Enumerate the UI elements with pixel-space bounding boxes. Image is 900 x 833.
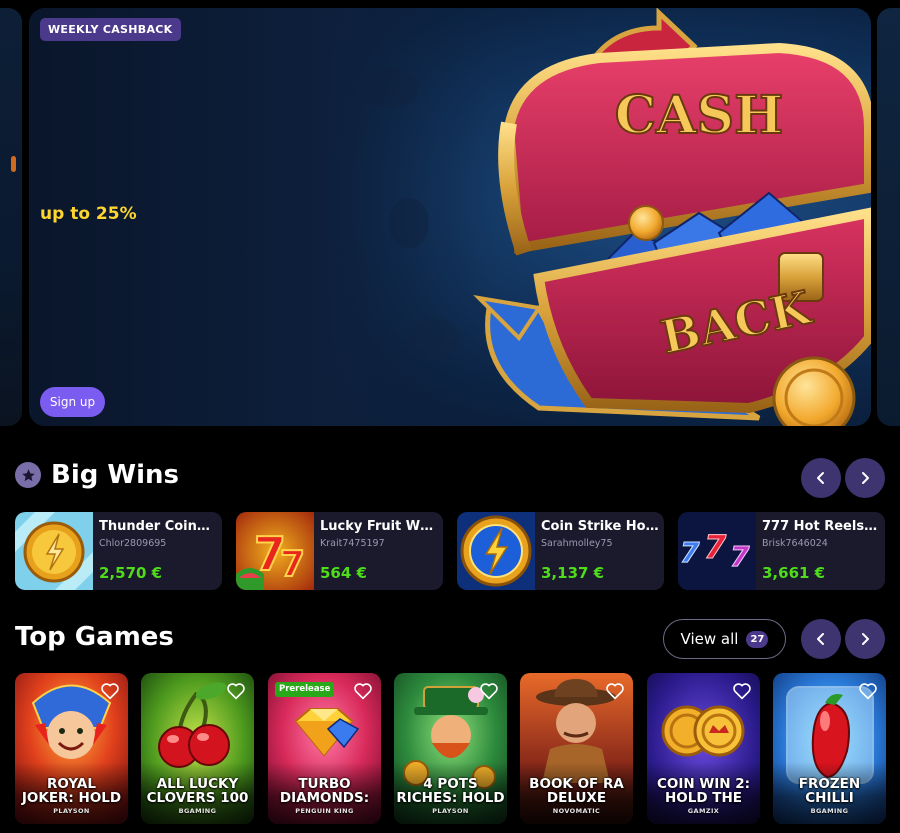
- big-wins-prev-button[interactable]: [801, 458, 841, 498]
- win-amount: 3,661 €: [762, 564, 826, 582]
- game-title: 4 POTS RICHES: HOLD: [396, 776, 505, 806]
- chevron-left-icon: [817, 633, 824, 645]
- svg-text:7: 7: [280, 544, 305, 585]
- game-thumbnail: [15, 512, 93, 590]
- game-card[interactable]: FROZEN CHILLI BGAMING: [773, 673, 886, 824]
- heart-icon[interactable]: [605, 682, 625, 700]
- top-games-title: Top Games: [15, 622, 174, 652]
- game-card[interactable]: ALL LUCKY CLOVERS 100 BGAMING: [141, 673, 254, 824]
- game-card[interactable]: Prerelease TURBO DIAMONDS: PENGUIN KING: [268, 673, 381, 824]
- chevron-right-icon: [862, 472, 869, 484]
- win-amount: 2,570 €: [99, 564, 163, 582]
- cashback-banner[interactable]: WEEKLY CASHBACK up to 25% Sign up CASH B…: [29, 8, 871, 426]
- game-provider: BGAMING: [178, 807, 217, 815]
- win-game-name: Coin Strike Hol...: [541, 519, 659, 534]
- game-provider: PLAYSON: [53, 807, 90, 815]
- svg-text:7: 7: [730, 540, 750, 573]
- win-game-name: Lucky Fruit Wh...: [320, 519, 438, 534]
- game-card[interactable]: COIN WIN 2: HOLD THE GAMZIX: [647, 673, 760, 824]
- view-all-button[interactable]: View all 27: [663, 619, 786, 659]
- game-title: ALL LUCKY CLOVERS 100: [146, 776, 249, 806]
- win-game-name: Thunder Coins ...: [99, 519, 217, 534]
- big-wins-heading: Big Wins: [15, 460, 179, 490]
- svg-text:7: 7: [680, 536, 700, 569]
- view-all-count-badge: 27: [746, 630, 769, 648]
- top-games-prev-button[interactable]: [801, 619, 841, 659]
- prev-banner-peek[interactable]: [0, 8, 22, 426]
- win-amount: 564 €: [320, 564, 367, 582]
- win-amount: 3,137 €: [541, 564, 605, 582]
- game-title: COIN WIN 2: HOLD THE: [656, 776, 751, 806]
- heart-icon[interactable]: [479, 682, 499, 700]
- game-thumbnail: 7 7: [236, 512, 314, 590]
- big-wins-title: Big Wins: [51, 460, 179, 490]
- next-banner-peek[interactable]: [877, 8, 900, 426]
- win-username: Sarahmolley75: [541, 538, 613, 549]
- sign-up-button[interactable]: Sign up: [40, 387, 105, 417]
- chevron-right-icon: [862, 633, 869, 645]
- big-win-card[interactable]: 7 7 Lucky Fruit Wh... Krait7475197 564 €: [236, 512, 443, 590]
- game-title: FROZEN CHILLI: [798, 776, 861, 806]
- star-icon: [15, 462, 41, 488]
- game-provider: GAMZIX: [687, 807, 720, 815]
- heart-icon[interactable]: [353, 682, 373, 700]
- big-win-card[interactable]: 7 7 7 777 Hot Reels: S... Brisk7646024 3…: [678, 512, 885, 590]
- art-cash-text: CASH: [615, 85, 783, 146]
- game-provider: PENGUIN KING: [295, 807, 354, 815]
- heart-icon[interactable]: [226, 682, 246, 700]
- big-wins-next-button[interactable]: [845, 458, 885, 498]
- banner-tag: WEEKLY CASHBACK: [40, 18, 181, 41]
- game-card[interactable]: BOOK OF RA DELUXE NOVOMATIC: [520, 673, 633, 824]
- game-title: ROYAL JOKER: HOLD: [21, 776, 122, 806]
- game-title: BOOK OF RA DELUXE: [529, 776, 624, 806]
- page: WEEKLY CASHBACK up to 25% Sign up CASH B…: [0, 0, 900, 833]
- game-provider: BGAMING: [810, 807, 849, 815]
- big-win-card[interactable]: Coin Strike Hol... Sarahmolley75 3,137 €: [457, 512, 664, 590]
- banner-subtitle: up to 25%: [40, 204, 137, 224]
- svg-text:7: 7: [704, 528, 727, 566]
- win-username: Brisk7646024: [762, 538, 828, 549]
- game-provider: NOVOMATIC: [552, 807, 601, 815]
- top-games-heading: Top Games: [15, 622, 174, 652]
- win-username: Krait7475197: [320, 538, 385, 549]
- win-game-name: 777 Hot Reels: S...: [762, 519, 880, 534]
- game-title: TURBO DIAMONDS:: [279, 776, 370, 806]
- game-thumbnail: 7 7 7: [678, 512, 756, 590]
- top-games-next-button[interactable]: [845, 619, 885, 659]
- heart-icon[interactable]: [858, 682, 878, 700]
- view-all-label: View all: [680, 630, 739, 648]
- cashback-chest-illustration: CASH BACK: [473, 8, 871, 426]
- game-provider: PLAYSON: [432, 807, 469, 815]
- game-card[interactable]: ROYAL JOKER: HOLD PLAYSON: [15, 673, 128, 824]
- heart-icon[interactable]: [732, 682, 752, 700]
- game-card[interactable]: 4 POTS RICHES: HOLD PLAYSON: [394, 673, 507, 824]
- chevron-left-icon: [817, 472, 824, 484]
- big-win-card[interactable]: Thunder Coins ... Chlor2809695 2,570 €: [15, 512, 222, 590]
- win-username: Chlor2809695: [99, 538, 167, 549]
- prerelease-badge: Prerelease: [275, 682, 335, 697]
- heart-icon[interactable]: [100, 682, 120, 700]
- game-thumbnail: [457, 512, 535, 590]
